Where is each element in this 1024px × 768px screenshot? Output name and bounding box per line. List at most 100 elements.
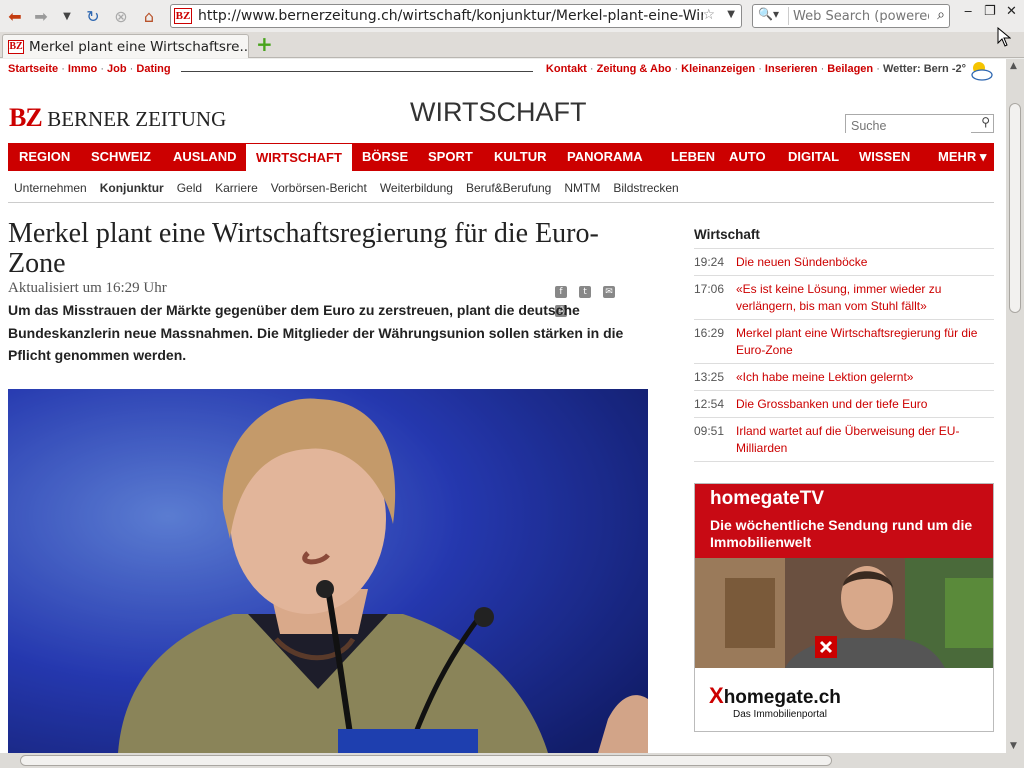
- article-photo[interactable]: [8, 389, 648, 753]
- subnav-item[interactable]: NMTM: [564, 181, 600, 195]
- url-text[interactable]: http://www.bernerzeitung.ch/wirtschaft/k…: [198, 8, 703, 24]
- horizontal-scroll-thumb[interactable]: [20, 755, 832, 766]
- news-time: 19:24: [694, 255, 725, 269]
- main-navigation: REGION SCHWEIZ AUSLAND WIRTSCHAFT BÖRSE SPORT…: [8, 143, 994, 171]
- nav-item-wissen[interactable]: WISSEN: [859, 143, 910, 171]
- search-engine-icon[interactable]: 🔍▾: [755, 7, 789, 25]
- nav-item-region[interactable]: REGION: [19, 143, 70, 171]
- site-search-box[interactable]: ⚲: [845, 114, 994, 135]
- sidebar-news-item[interactable]: 13:25 «Ich habe meine Lektion gelernt»: [694, 364, 994, 391]
- news-title-link[interactable]: Merkel plant eine Wirtschaftsregierung f…: [736, 326, 977, 357]
- service-links-right-list: Kontakt · Zeitung & Abo · Kleinanzeigen …: [546, 63, 873, 75]
- subnav-item[interactable]: Karriere: [215, 181, 258, 195]
- subnav-item[interactable]: Beruf&Berufung: [466, 181, 551, 195]
- reload-icon[interactable]: ↻: [82, 5, 104, 27]
- service-link[interactable]: Startseite: [8, 63, 58, 75]
- minimize-icon[interactable]: ‒: [964, 4, 972, 19]
- email-icon[interactable]: ✉: [603, 286, 615, 298]
- history-dropdown-icon[interactable]: ▼: [56, 5, 78, 27]
- weather-label[interactable]: Wetter: Bern -2°: [883, 63, 966, 75]
- back-icon[interactable]: ⬅: [4, 5, 26, 27]
- sidebar-news-item[interactable]: 12:54 Die Grossbanken und der tiefe Euro: [694, 391, 994, 418]
- search-icon[interactable]: ⚲: [981, 115, 990, 129]
- vertical-scroll-thumb[interactable]: [1009, 103, 1021, 313]
- search-go-icon[interactable]: ⌕: [937, 7, 945, 23]
- ad-logo-text: homegate.ch: [723, 687, 841, 708]
- article-updated: Aktualisiert um 16:29 Uhr: [8, 280, 167, 296]
- sidebar-news-item[interactable]: 19:24 Die neuen Sündenböcke: [694, 249, 994, 276]
- news-title-link[interactable]: «Es ist keine Lösung, immer wieder zu ve…: [736, 282, 941, 313]
- sidebar-news-item[interactable]: 09:51 Irland wartet auf die Überweisung d…: [694, 418, 994, 462]
- service-link[interactable]: Inserieren: [765, 63, 818, 75]
- url-bar[interactable]: BZ http://www.bernerzeitung.ch/wirtschaf…: [170, 4, 742, 28]
- nav-item-auto[interactable]: AUTO: [729, 143, 766, 171]
- horizontal-scrollbar[interactable]: [0, 753, 1024, 768]
- service-link[interactable]: Kontakt: [546, 63, 587, 75]
- nav-item-kultur[interactable]: KULTUR: [494, 143, 546, 171]
- twitter-icon[interactable]: t: [579, 286, 591, 298]
- nav-item-label: AUTO: [729, 149, 766, 164]
- nav-item-label: REGION: [19, 149, 71, 164]
- nav-item-label: DIGITAL: [788, 149, 840, 164]
- new-tab-plus-icon[interactable]: +: [256, 34, 274, 54]
- close-icon[interactable]: ✕: [1006, 4, 1017, 19]
- browser-tab[interactable]: BZ Merkel plant eine Wirtschaftsre...: [2, 34, 249, 58]
- web-search-box[interactable]: 🔍▾ ⌕: [752, 4, 950, 28]
- section-title: WIRTSCHAFT: [410, 97, 587, 127]
- service-link[interactable]: Zeitung & Abo: [597, 63, 672, 75]
- service-link[interactable]: Job: [107, 63, 127, 75]
- subnav-item[interactable]: Unternehmen: [14, 181, 87, 195]
- nav-item-label: LEBEN: [671, 149, 716, 164]
- nav-item-sport[interactable]: SPORT: [428, 143, 473, 171]
- ad-header: homegateTV Die wöchentliche Sendung rund…: [695, 484, 993, 558]
- nav-item-leben[interactable]: LEBEN: [671, 143, 715, 171]
- sub-navigation: Unternehmen Konjunktur Geld Karriere Vorbörs…: [14, 181, 692, 195]
- forward-icon[interactable]: ➡: [30, 5, 52, 27]
- subnav-item[interactable]: Geld: [177, 181, 202, 195]
- nav-item-ausland[interactable]: AUSLAND: [173, 143, 237, 171]
- scroll-up-icon[interactable]: ▲: [1010, 61, 1017, 71]
- nav-item-b-rse[interactable]: BÖRSE: [362, 143, 408, 171]
- news-title-link[interactable]: «Ich habe meine Lektion gelernt»: [736, 370, 913, 384]
- subnav-item[interactable]: Konjunktur: [100, 181, 164, 195]
- service-separator: ·: [671, 63, 682, 75]
- subnav-item[interactable]: Bildstrecken: [613, 181, 678, 195]
- bookmark-star-icon[interactable]: ☆: [702, 7, 715, 23]
- article-headline: Merkel plant eine Wirtschaftsregierung f…: [8, 218, 599, 279]
- news-time: 16:29: [694, 326, 725, 340]
- service-separator: ·: [755, 63, 765, 75]
- news-title-link[interactable]: Die Grossbanken und der tiefe Euro: [736, 397, 927, 411]
- facebook-icon[interactable]: f: [555, 286, 567, 298]
- scroll-down-icon[interactable]: ▼: [1010, 741, 1017, 751]
- service-link[interactable]: Kleinanzeigen: [681, 63, 755, 75]
- homegate-x-icon: X: [709, 683, 724, 708]
- nav-item-schweiz[interactable]: SCHWEIZ: [91, 143, 151, 171]
- nav-item-mehr[interactable]: MEHR ▾: [938, 143, 986, 171]
- service-link[interactable]: Immo: [68, 63, 97, 75]
- sidebar-news-item[interactable]: 17:06 «Es ist keine Lösung, immer wieder …: [694, 276, 994, 320]
- site-search-input[interactable]: [846, 117, 971, 135]
- maximize-icon[interactable]: ❐: [984, 4, 996, 19]
- service-separator: ·: [58, 63, 68, 75]
- service-link[interactable]: Beilagen: [827, 63, 873, 75]
- site-favicon-icon: BZ: [174, 8, 192, 24]
- site-logo[interactable]: BZ BERNER ZEITUNG: [9, 103, 226, 133]
- nav-item-wirtschaft[interactable]: WIRTSCHAFT: [246, 144, 352, 171]
- web-search-input[interactable]: [793, 7, 929, 25]
- vertical-scrollbar[interactable]: ▲ ▼: [1006, 59, 1024, 753]
- service-bar: Startseite · Immo · Job · Dating Kontakt…: [8, 62, 994, 81]
- news-title-link[interactable]: Irland wartet auf die Überweisung der EU…: [736, 424, 959, 455]
- url-dropdown-icon[interactable]: ▼: [727, 9, 735, 20]
- advertisement-homegate[interactable]: homegateTV Die wöchentliche Sendung rund…: [694, 483, 994, 732]
- news-title-link[interactable]: Die neuen Sündenböcke: [736, 255, 867, 269]
- service-link[interactable]: Dating: [136, 63, 170, 75]
- nav-item-digital[interactable]: DIGITAL: [788, 143, 839, 171]
- subnav-item[interactable]: Vorbörsen-Bericht: [271, 181, 367, 195]
- nav-item-panorama[interactable]: PANORAMA: [567, 143, 643, 171]
- ad-video-still[interactable]: [695, 558, 993, 668]
- sidebar-news-item[interactable]: 16:29 Merkel plant eine Wirtschaftsregier…: [694, 320, 994, 364]
- nav-item-label: SPORT: [428, 149, 473, 164]
- stop-icon[interactable]: ⊗: [110, 5, 132, 27]
- subnav-item[interactable]: Weiterbildung: [380, 181, 453, 195]
- home-icon[interactable]: ⌂: [138, 5, 160, 27]
